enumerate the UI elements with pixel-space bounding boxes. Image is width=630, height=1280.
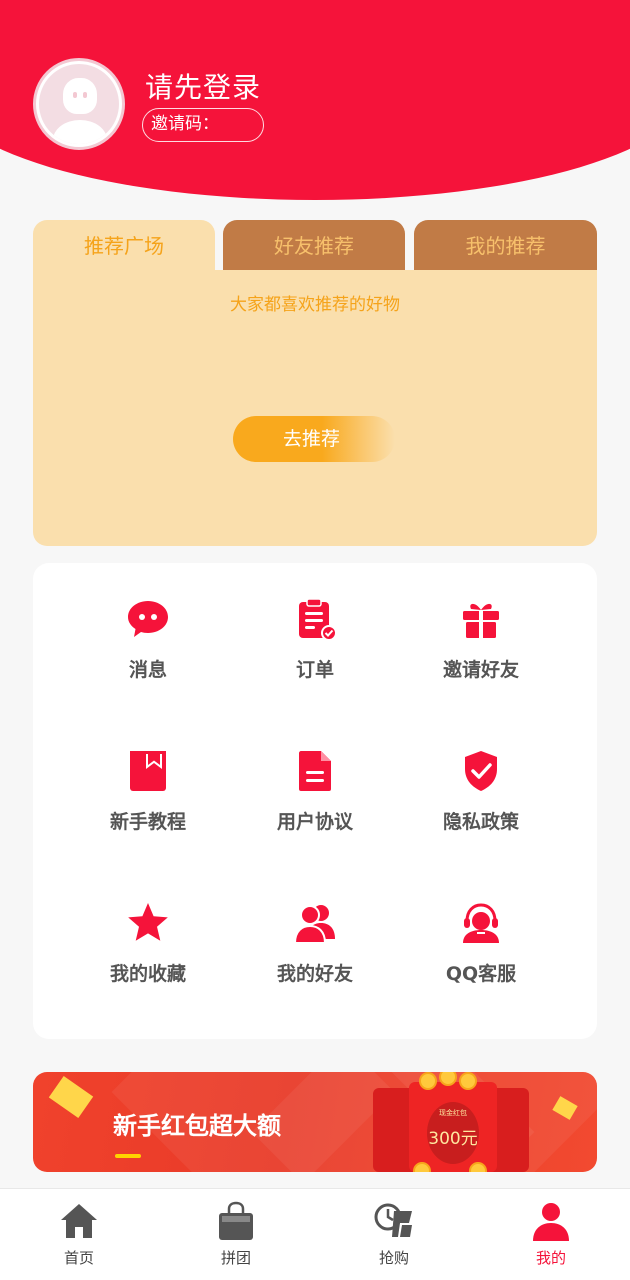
bottom-tab-bar: 首页 拼团 抢购 我的 xyxy=(0,1188,630,1280)
tab-mine[interactable]: 我的 xyxy=(472,1189,630,1280)
star-icon xyxy=(128,903,168,941)
menu-item-privacy-policy[interactable]: 隐私政策 xyxy=(411,749,551,849)
login-prompt[interactable]: 请先登录 xyxy=(145,66,261,106)
tab-label: 拼团 xyxy=(220,1249,251,1267)
tab-home[interactable]: 首页 xyxy=(0,1189,158,1280)
menu-label: 我的收藏 xyxy=(109,963,186,985)
menu-label: 邀请好友 xyxy=(442,659,519,681)
menu-label: 订单 xyxy=(295,659,334,681)
menu-label: QQ客服 xyxy=(445,963,517,985)
tab-label: 抢购 xyxy=(378,1249,409,1267)
menu-item-my-friends[interactable]: 我的好友 xyxy=(245,901,385,1001)
menu-item-user-agreement[interactable]: 用户协议 xyxy=(245,749,385,849)
confetti-decoration xyxy=(48,1076,94,1118)
tab-flash-sale[interactable]: 抢购 xyxy=(315,1189,473,1280)
menu-item-qq-support[interactable]: QQ客服 xyxy=(411,901,551,1001)
menu-item-messages[interactable]: 消息 xyxy=(78,597,218,697)
user-icon xyxy=(533,1203,569,1241)
banner-underline xyxy=(115,1154,141,1158)
gift-icon xyxy=(463,603,499,638)
tab-label: 首页 xyxy=(63,1249,94,1267)
menu-label: 用户协议 xyxy=(276,811,353,833)
new-user-red-packet-banner[interactable]: 新手红包超大额 现金红包 300元 xyxy=(33,1072,597,1172)
friends-icon xyxy=(293,905,335,944)
recommend-content: 大家都喜欢推荐的好物 去推荐 xyxy=(33,270,597,546)
book-bookmark-icon xyxy=(130,751,166,791)
profile-header: 请先登录 邀请码： xyxy=(0,0,630,205)
menu-label: 新手教程 xyxy=(109,811,186,833)
tab-my-recommend[interactable]: 我的推荐 xyxy=(414,220,597,272)
menu-item-invite-friends[interactable]: 邀请好友 xyxy=(411,597,551,697)
menu-label: 消息 xyxy=(128,659,167,681)
banner-title: 新手红包超大额 xyxy=(113,1112,281,1140)
menu-grid: 消息 订单 邀请好友 新手教程 用户协议 隐私政策 我的收藏 我的好友 QQ客服 xyxy=(33,563,597,1039)
menu-item-orders[interactable]: 订单 xyxy=(245,597,385,697)
menu-item-tutorial[interactable]: 新手教程 xyxy=(78,749,218,849)
chat-bubble-icon xyxy=(128,601,168,637)
menu-item-favorites[interactable]: 我的收藏 xyxy=(78,901,218,1001)
menu-label: 隐私政策 xyxy=(442,811,519,833)
shield-check-icon xyxy=(465,751,497,791)
headset-agent-icon xyxy=(463,903,499,943)
envelope-amount: 300元 xyxy=(428,1129,478,1149)
envelope-caption: 现金红包 xyxy=(439,1109,467,1117)
menu-label: 我的好友 xyxy=(276,963,353,985)
shopping-bag-icon xyxy=(219,1201,253,1240)
default-avatar-icon xyxy=(39,64,119,144)
go-recommend-button[interactable]: 去推荐 xyxy=(233,416,395,462)
tab-friend-recommend[interactable]: 好友推荐 xyxy=(223,220,405,272)
home-icon xyxy=(61,1204,97,1238)
recommend-hint: 大家都喜欢推荐的好物 xyxy=(230,295,400,315)
tab-group-buy[interactable]: 拼团 xyxy=(157,1189,315,1280)
recommend-panel: 推荐广场 好友推荐 我的推荐 大家都喜欢推荐的好物 去推荐 xyxy=(33,220,597,546)
avatar[interactable] xyxy=(33,58,125,150)
document-icon xyxy=(299,751,331,791)
clipboard-check-icon xyxy=(299,598,337,641)
tab-recommend-square[interactable]: 推荐广场 xyxy=(33,220,215,272)
invite-code-pill[interactable]: 邀请码： xyxy=(142,108,264,142)
tab-label: 我的 xyxy=(535,1249,566,1267)
flash-sale-icon xyxy=(374,1203,412,1237)
